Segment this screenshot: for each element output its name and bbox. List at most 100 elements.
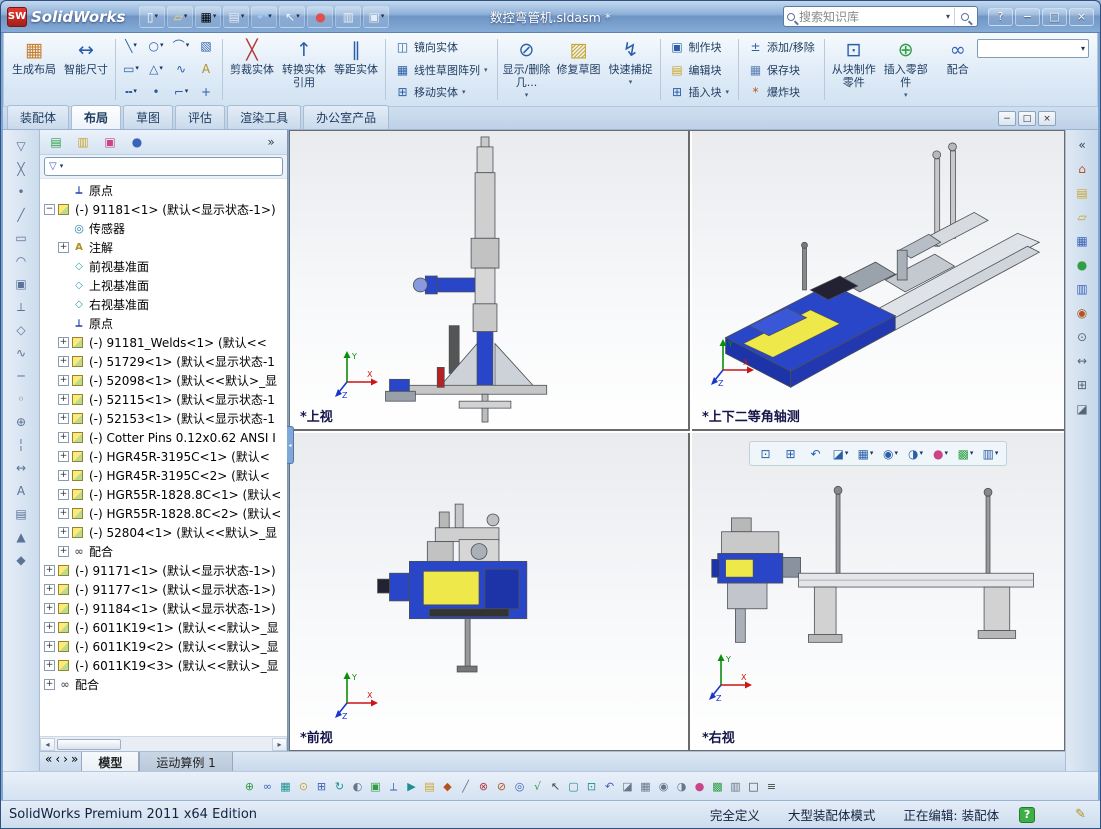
tree-item[interactable]: + (-) HGR55R-1828.8C<2> (默认< [40,504,287,523]
scroll-right-icon[interactable]: ▸ [272,737,287,751]
expand-icon[interactable]: + [44,565,55,576]
design-library-button[interactable]: ▤ [1069,182,1095,204]
edit-block-button[interactable]: ▤ 编辑块 [664,60,736,80]
zoom-to-area-tool-button[interactable]: ⊡ [583,776,600,797]
save-block-button[interactable]: ▦ 保存块 [742,60,821,80]
hole-alignment-button[interactable]: ◎ [511,776,528,797]
expand-icon[interactable]: + [44,679,55,690]
displaymanager-tab-button[interactable]: ● [125,132,149,152]
mirror-entities-button[interactable]: ◫ 镜向实体 [389,37,494,57]
close-button[interactable]: × [1069,7,1094,26]
custom-properties-button[interactable]: ▥ [1069,278,1095,300]
dropdown-arrow-icon[interactable]: ▾ [135,65,139,72]
dropdown-arrow-icon[interactable]: ▾ [213,13,217,20]
zoom-to-area-button[interactable]: ⊞ [779,444,802,463]
knowledge-search[interactable]: 搜索知识库 ▾ [783,6,978,27]
mass-properties-button[interactable]: ⊞ [1069,374,1095,396]
ribbon-dropdown[interactable]: ▾ [977,39,1089,58]
spline-button[interactable]: ∿ [169,58,193,79]
filter-dimensions-button[interactable]: ↔ [8,457,34,479]
maximize-button[interactable]: □ [1042,7,1067,26]
dropdown-arrow-icon[interactable]: ▾ [268,13,272,20]
rebuild-button[interactable]: ● [307,5,334,28]
tree-item[interactable]: + (-) 52804<1> (默认<<默认>_显 [40,523,287,542]
zoom-to-fit-tool-button[interactable]: ▢ [565,776,582,797]
expand-icon[interactable]: + [58,546,69,557]
dropdown-arrow-icon[interactable]: ▾ [995,450,999,457]
expand-icon[interactable]: + [44,584,55,595]
view-orientation-button[interactable]: ▦ ▾ [854,444,877,463]
tree-item[interactable]: + (-) 6011K19<2> (默认<<默认>_显 [40,637,287,656]
circle-button[interactable]: ○ ▾ [144,35,168,56]
trim-entities-button[interactable]: ╳ 剪裁实体 [226,35,278,104]
tree-item[interactable]: ◇ 右视基准面 [40,295,287,314]
assembly-xpert-button[interactable]: √ [529,776,546,797]
file-properties-button[interactable]: ▥ [335,5,362,28]
dropdown-arrow-icon[interactable]: ▾ [160,42,164,49]
viewport-front-view[interactable]: Y X Z *前视 [290,433,690,750]
tree-item[interactable]: ◇ 前视基准面 [40,257,287,276]
filter-notes-button[interactable]: ▤ [8,503,34,525]
mate-button[interactable]: ∞ [259,776,276,797]
dropdown-arrow-icon[interactable]: ▾ [629,78,633,86]
dropdown-arrow-icon[interactable]: ▾ [904,91,908,99]
sketch-fillet-button[interactable]: ⌐ ▾ [169,81,193,102]
filter-surface-bodies-button[interactable]: ◠ [8,250,34,272]
expand-icon[interactable]: + [58,432,69,443]
show-hidden-components-button[interactable]: ◐ [349,776,366,797]
help-button[interactable]: ? [988,7,1013,26]
tree-item[interactable]: + (-) HGR45R-3195C<1> (默认< [40,447,287,466]
toolbar-options-button[interactable]: ≡ [763,776,780,797]
tree-item[interactable]: ◎ 传感器 [40,219,287,238]
child-close-button[interactable]: × [1038,111,1056,126]
expand-icon[interactable]: + [44,603,55,614]
tree-item[interactable]: + (-) 52153<1> (默认<显示状态-1 [40,409,287,428]
tree-item[interactable]: + A 注解 [40,238,287,257]
tree-item[interactable]: + (-) 6011K19<3> (默认<<默认>_显 [40,656,287,675]
new-motion-study-button[interactable]: ▶ [403,776,420,797]
filter-axes-button[interactable]: ⟂ [8,296,34,318]
view-orientation-tool-button[interactable]: ▦ [637,776,654,797]
tree-item[interactable]: + (-) Cotter Pins 0.12x0.62 ANSI I [40,428,287,447]
point-button[interactable]: • [144,81,168,102]
filter-faces-button[interactable]: ▭ [8,227,34,249]
document-recovery-button[interactable]: ◉ [1069,302,1095,324]
selection-box-button[interactable]: ▧ [194,35,218,56]
clear-filters-button[interactable]: ╳ [8,158,34,180]
filter-welds-button[interactable]: ▲ [8,526,34,548]
centerline-button[interactable]: ╍ ▾ [119,81,143,102]
viewport-right-view[interactable]: ⊡ ⊞ ↶ ◪ ▾ ▦ ▾ ◉ ▾ ◑ ▾ ● ▾ ▩ ▾ ▥ ▾ Y X Z *右视 [692,433,1064,750]
scroll-prev-button[interactable]: ‹ [54,752,61,766]
text-button[interactable]: A [194,58,218,79]
insert-block-button[interactable]: ⊞ 插入块 ▾ [664,82,736,102]
scrollbar-thumb[interactable] [57,738,121,750]
panel-collapse-arrow[interactable]: ◂ [287,426,294,464]
tree-item[interactable]: ◇ 上视基准面 [40,276,287,295]
filter-datums-button[interactable]: ◆ [8,549,34,571]
tree-item[interactable]: + (-) 6011K19<1> (默认<<默认>_显 [40,618,287,637]
add-remove-button[interactable]: ± 添加/移除 [742,37,821,57]
filter-toggle-button[interactable]: ▽ [8,135,34,157]
make-block-button[interactable]: ▣ 制作块 [664,37,736,57]
tree-item[interactable]: − (-) 91181<1> (默认<显示状态-1>) [40,200,287,219]
dropdown-arrow-icon[interactable]: ▾ [845,450,849,457]
minimize-button[interactable]: − [1015,7,1040,26]
viewport-top-view[interactable]: Y X Z *上视 [290,131,690,431]
section-properties-button[interactable]: ◪ [1069,398,1095,420]
tree-item[interactable]: + (-) 91171<1> (默认<显示状态-1>) [40,561,287,580]
interference-detection-button[interactable]: ⊗ [475,776,492,797]
scroll-left-icon[interactable]: ◂ [40,737,55,751]
display-delete-relations-button[interactable]: ⊘ 显示/删除几... ▾ [501,35,553,104]
panel-tabs-overflow-button[interactable]: » [259,132,283,152]
offset-entities-button[interactable]: ∥ 等距实体 [330,35,382,104]
tab-sketch[interactable]: 草图 [123,105,174,129]
display-style-tool-button[interactable]: ◉ [655,776,672,797]
move-entities-button[interactable]: ⊞ 移动实体 ▾ [389,82,494,102]
filter-vertices-button[interactable]: • [8,181,34,203]
filter-sketch-segments-button[interactable]: ─ [8,365,34,387]
tab-layout[interactable]: 布局 [71,105,122,129]
print-document-button[interactable]: ▤ ▾ [223,5,250,28]
dropdown-arrow-icon[interactable]: ▾ [155,13,159,20]
save-document-button[interactable]: ▦ ▾ [195,5,222,28]
dropdown-arrow-icon[interactable]: ▾ [525,91,529,99]
